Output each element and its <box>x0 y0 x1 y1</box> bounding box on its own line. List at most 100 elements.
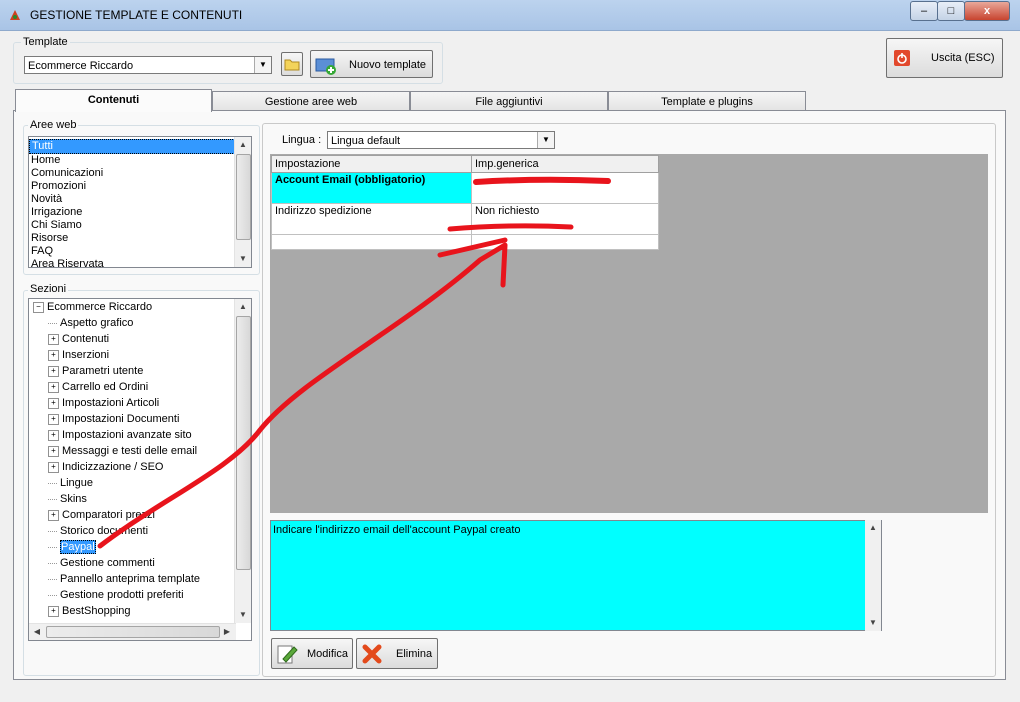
aree-item[interactable]: Chi Siamo <box>29 219 251 232</box>
aree-item[interactable]: Area Riservata <box>29 258 251 267</box>
aree-item[interactable]: Risorse <box>29 232 251 245</box>
tree-branch-line <box>48 578 57 580</box>
tree-node[interactable]: Gestione commenti <box>29 555 251 571</box>
grid-header-imp-generica[interactable]: Imp.generica <box>471 155 659 173</box>
lingua-select-value: Lingua default <box>331 135 401 147</box>
expand-icon[interactable]: + <box>48 413 59 425</box>
template-select[interactable]: Ecommerce Riccardo ▼ <box>24 56 272 74</box>
scroll-down-icon[interactable]: ▼ <box>235 251 251 267</box>
template-legend: Template <box>21 36 70 48</box>
exit-button[interactable]: Uscita (ESC) <box>886 38 1003 78</box>
aree-item[interactable]: Tutti <box>29 139 251 154</box>
setting-label: Account Email (obbligatorio) <box>275 174 426 186</box>
tree-node[interactable]: Storico documenti <box>29 523 251 539</box>
scroll-down-icon[interactable]: ▼ <box>865 615 881 631</box>
grid-cell-value[interactable]: Non richiesto <box>471 203 659 235</box>
aree-web-list[interactable]: Tutti Home Comunicazioni Promozioni Novità Ir… <box>28 136 252 268</box>
expand-icon[interactable]: + <box>48 509 59 521</box>
sezioni-tree[interactable]: − Ecommerce Riccardo Aspetto grafico + Cont… <box>28 298 252 641</box>
collapse-icon[interactable]: − <box>33 301 44 313</box>
description-box[interactable]: Indicare l'indirizzo email dell'account … <box>270 520 882 631</box>
tree-node[interactable]: Skins <box>29 491 251 507</box>
expand-icon[interactable]: + <box>48 429 59 441</box>
grid-row-empty[interactable] <box>271 234 659 250</box>
scroll-up-icon[interactable]: ▲ <box>865 520 881 536</box>
grid-cell-setting[interactable]: Account Email (obbligatorio) <box>271 172 472 204</box>
chevron-down-icon: ▼ <box>254 57 271 73</box>
expand-icon[interactable]: + <box>48 397 59 409</box>
tab-gestione-aree-web[interactable]: Gestione aree web <box>212 91 410 111</box>
minimize-button[interactable]: – <box>910 1 938 21</box>
tree-node[interactable]: + Impostazioni Articoli <box>29 395 251 411</box>
sezioni-scrollbar[interactable]: ▲ ▼ <box>234 299 251 623</box>
scroll-left-icon[interactable]: ◀ <box>29 624 45 640</box>
chevron-down-icon: ▼ <box>537 132 554 148</box>
lingua-select[interactable]: Lingua default ▼ <box>327 131 555 149</box>
scroll-up-icon[interactable]: ▲ <box>235 299 251 315</box>
grid-cell-value[interactable] <box>471 172 659 204</box>
tree-node[interactable]: Lingue <box>29 475 251 491</box>
tree-node-label: Aspetto grafico <box>60 317 134 329</box>
tab-template-plugins[interactable]: Template e plugins <box>608 91 806 111</box>
scroll-right-icon[interactable]: ▶ <box>219 624 235 640</box>
expand-icon[interactable]: + <box>48 381 59 393</box>
delete-button[interactable]: Elimina <box>356 638 438 669</box>
tree-node-label: Pannello anteprima template <box>60 573 201 585</box>
scroll-thumb-h[interactable] <box>46 626 220 638</box>
tree-node-label: Parametri utente <box>62 365 144 377</box>
aree-item[interactable]: Irrigazione <box>29 206 251 219</box>
aree-item[interactable]: Novità <box>29 193 251 206</box>
tree-node[interactable]: + Contenuti <box>29 331 251 347</box>
expand-icon[interactable]: + <box>48 333 59 345</box>
aree-scrollbar[interactable]: ▲ ▼ <box>234 137 251 267</box>
scroll-up-icon[interactable]: ▲ <box>235 137 251 153</box>
grid-header-impostazione[interactable]: Impostazione <box>271 155 472 173</box>
tree-root[interactable]: − Ecommerce Riccardo <box>29 299 251 315</box>
tree-node[interactable]: + BestShopping <box>29 603 251 619</box>
tree-branch-line <box>48 322 57 324</box>
tree-node[interactable]: Gestione prodotti preferiti <box>29 587 251 603</box>
grid-row[interactable]: Indirizzo spedizione Non richiesto <box>271 203 659 235</box>
tree-node[interactable]: Paypal <box>29 539 251 555</box>
scroll-down-icon[interactable]: ▼ <box>235 607 251 623</box>
tree-node[interactable]: + Messaggi e testi delle email <box>29 443 251 459</box>
expand-icon[interactable]: + <box>48 605 59 617</box>
tree-node[interactable]: + Comparatori prezzi <box>29 507 251 523</box>
close-button[interactable]: x <box>964 1 1010 21</box>
tree-node[interactable]: Pannello anteprima template <box>29 571 251 587</box>
aree-item[interactable]: Promozioni <box>29 180 251 193</box>
tree-node[interactable]: + Inserzioni <box>29 347 251 363</box>
settings-grid[interactable]: Impostazione Imp.generica Account Email … <box>271 155 659 250</box>
grid-row[interactable]: Account Email (obbligatorio) <box>271 172 659 204</box>
grid-cell-empty[interactable] <box>471 234 659 250</box>
tree-node-label: Impostazioni avanzate sito <box>62 429 192 441</box>
scroll-thumb[interactable] <box>236 316 251 570</box>
aree-item[interactable]: FAQ <box>29 245 251 258</box>
tree-node[interactable]: + Indicizzazione / SEO <box>29 459 251 475</box>
tree-node[interactable]: + Impostazioni avanzate sito <box>29 427 251 443</box>
sezioni-legend: Sezioni <box>28 283 69 295</box>
grid-cell-setting[interactable]: Indirizzo spedizione <box>271 203 472 235</box>
expand-icon[interactable]: + <box>48 461 59 473</box>
expand-icon[interactable]: + <box>48 445 59 457</box>
expand-icon[interactable]: + <box>48 349 59 361</box>
grid-cell-empty[interactable] <box>271 234 472 250</box>
delete-x-icon <box>362 644 382 664</box>
modify-button[interactable]: Modifica <box>271 638 353 669</box>
tree-node[interactable]: + Parametri utente <box>29 363 251 379</box>
scroll-thumb[interactable] <box>236 154 251 240</box>
tab-contenuti[interactable]: Contenuti <box>15 89 212 112</box>
tab-file-aggiuntivi[interactable]: File aggiuntivi <box>410 91 608 111</box>
tree-node[interactable]: + Impostazioni Documenti <box>29 411 251 427</box>
expand-icon[interactable]: + <box>48 365 59 377</box>
tree-node[interactable]: Aspetto grafico <box>29 315 251 331</box>
description-scrollbar[interactable]: ▲ ▼ <box>865 520 881 631</box>
aree-item[interactable]: Comunicazioni <box>29 167 251 180</box>
open-folder-button[interactable] <box>281 52 303 76</box>
new-template-button[interactable]: Nuovo template <box>310 50 433 78</box>
sezioni-hscrollbar[interactable]: ◀ ▶ <box>29 623 236 640</box>
tree-node[interactable]: + Carrello ed Ordini <box>29 379 251 395</box>
maximize-button[interactable]: □ <box>937 1 965 21</box>
tree-items: Aspetto grafico + Contenuti + Inserzioni + Par… <box>29 315 251 619</box>
aree-item[interactable]: Home <box>29 154 251 167</box>
